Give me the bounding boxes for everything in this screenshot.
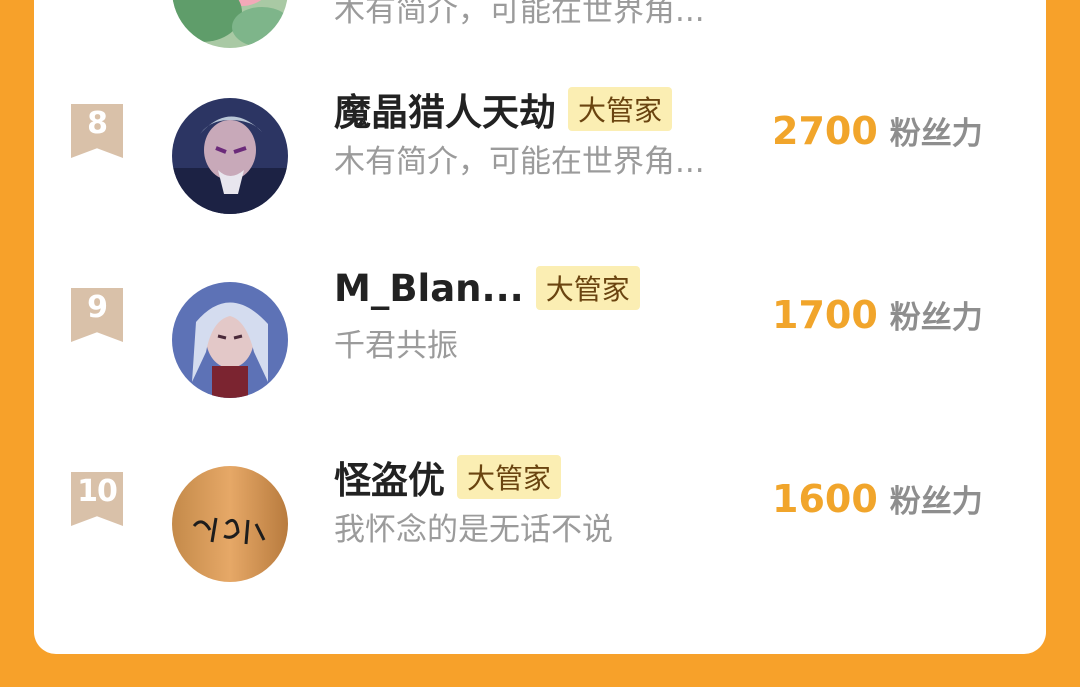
user-name[interactable]: 魔晶猎人天劫 bbox=[334, 82, 556, 136]
fan-power: 1600 粉丝力 bbox=[772, 476, 983, 521]
user-bio: 我怀念的是无话不说 bbox=[334, 512, 613, 548]
ranking-card: 木有简介，可能在世界角... 8 魔晶猎人天劫 大管家 木有简介，可能在世界角.… bbox=[34, 0, 1046, 654]
rank-number: 10 bbox=[77, 474, 118, 509]
fan-power-unit: 粉丝力 bbox=[889, 300, 983, 336]
user-bio: 木有简介，可能在世界角... bbox=[334, 0, 705, 29]
avatar[interactable] bbox=[172, 466, 288, 582]
role-badge: 大管家 bbox=[568, 87, 673, 131]
rank-badge: 10 bbox=[71, 472, 123, 526]
fan-power: 1700 粉丝力 bbox=[772, 292, 983, 337]
rank-number: 9 bbox=[87, 290, 108, 325]
fan-power-unit: 粉丝力 bbox=[889, 116, 983, 152]
user-bio: 木有简介，可能在世界角... bbox=[334, 144, 705, 180]
ranking-row-partial[interactable]: 木有简介，可能在世界角... bbox=[34, 0, 1046, 80]
ranking-row[interactable]: 8 魔晶猎人天劫 大管家 木有简介，可能在世界角... 2700 粉丝力 bbox=[34, 87, 1046, 234]
user-name[interactable]: 怪盗优 bbox=[334, 450, 445, 504]
fan-power: 2700 粉丝力 bbox=[772, 108, 983, 153]
rank-number: 8 bbox=[87, 106, 108, 141]
rank-badge: 9 bbox=[71, 288, 123, 342]
fan-power-unit: 粉丝力 bbox=[889, 484, 983, 520]
role-badge: 大管家 bbox=[535, 266, 640, 310]
name-line: 怪盗优 大管家 bbox=[334, 450, 562, 504]
user-name[interactable]: M_Blan... bbox=[334, 267, 524, 310]
avatar[interactable] bbox=[172, 98, 288, 214]
name-line: M_Blan... 大管家 bbox=[334, 266, 640, 310]
avatar[interactable] bbox=[172, 0, 288, 48]
role-badge: 大管家 bbox=[457, 455, 562, 499]
fan-power-value: 1700 bbox=[772, 293, 878, 337]
name-line: 魔晶猎人天劫 大管家 bbox=[334, 82, 673, 136]
avatar[interactable] bbox=[172, 282, 288, 398]
fan-power-value: 1600 bbox=[772, 477, 878, 521]
rank-badge: 8 bbox=[71, 104, 123, 158]
fan-power-value: 2700 bbox=[772, 109, 878, 153]
ranking-row[interactable]: 9 M_Blan... 大管家 千君共振 1700 粉丝力 bbox=[34, 266, 1046, 418]
user-bio: 千君共振 bbox=[334, 328, 458, 364]
ranking-row[interactable]: 10 怪盗优 大管家 我怀念的是无话不说 1600 粉丝力 bbox=[34, 455, 1046, 602]
